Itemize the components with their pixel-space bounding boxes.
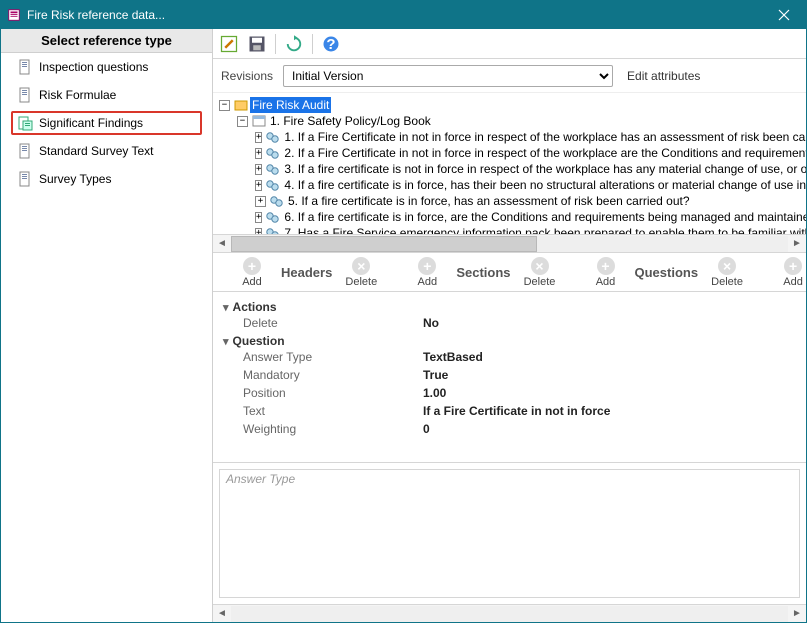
prop-row: Weighting0: [223, 420, 796, 438]
titlebar: Fire Risk reference data...: [1, 1, 806, 29]
tree-item[interactable]: +4. If a fire certificate is in force, h…: [219, 177, 800, 193]
sidebar-item-label: Standard Survey Text: [39, 144, 154, 158]
question-icon: [266, 178, 280, 192]
tree-wrap: − Fire Risk Audit − 1. Fire Safety Polic…: [213, 93, 806, 252]
doc-icon: [17, 59, 33, 75]
sections-add-button[interactable]: +Add: [402, 257, 452, 288]
revisions-label: Revisions: [221, 69, 273, 83]
tree-item[interactable]: +7. Has a Fire Service emergency informa…: [219, 225, 800, 234]
tree-item[interactable]: +2. If a Fire Certificate in not in forc…: [219, 145, 800, 161]
sidebar-item-standard-survey-text[interactable]: Standard Survey Text: [11, 139, 202, 163]
question-icon: [266, 162, 280, 176]
question-icon: [266, 210, 280, 224]
prop-row: MandatoryTrue: [223, 366, 796, 384]
tree-section[interactable]: 1. Fire Safety Policy/Log Book: [268, 113, 433, 129]
headers-delete-button[interactable]: ×Delete: [336, 257, 386, 288]
answers-add-button[interactable]: +Add: [768, 257, 806, 288]
svg-text:?: ?: [326, 36, 335, 53]
help-button[interactable]: ?: [321, 34, 341, 54]
sections-label: Sections: [452, 265, 514, 280]
doc-icon: [17, 143, 33, 159]
sections-delete-button[interactable]: ×Delete: [515, 257, 565, 288]
property-grid[interactable]: ▾Actions DeleteNo ▾Question Answer TypeT…: [213, 292, 806, 462]
expand-toggle[interactable]: −: [219, 100, 230, 111]
window: Fire Risk reference data... Select refer…: [0, 0, 807, 623]
sidebar-item-significant-findings[interactable]: Significant Findings: [11, 111, 202, 135]
question-icon: [266, 146, 280, 160]
divider: [275, 34, 276, 54]
tree-item-label: 6. If a fire certificate is in force, ar…: [282, 209, 806, 225]
edit-button[interactable]: [219, 34, 239, 54]
prop-row: DeleteNo: [223, 314, 796, 332]
question-icon: [266, 130, 280, 144]
questions-add-button[interactable]: +Add: [581, 257, 631, 288]
toolbar: ?: [213, 29, 806, 59]
footer-hscrollbar[interactable]: ◄ ►: [213, 604, 806, 622]
findings-icon: [17, 115, 33, 131]
footer-label: Answer Type: [220, 470, 799, 488]
tree-root[interactable]: Fire Risk Audit: [250, 97, 331, 113]
main-panel: ? Revisions Initial Version Edit attribu…: [213, 29, 806, 622]
sidebar-item-label: Significant Findings: [39, 116, 143, 130]
save-button[interactable]: [247, 34, 267, 54]
expand-toggle[interactable]: −: [237, 116, 248, 127]
sidebar-item-label: Inspection questions: [39, 60, 148, 74]
expand-toggle[interactable]: +: [255, 132, 262, 143]
sidebar-item-inspection-questions[interactable]: Inspection questions: [11, 55, 202, 79]
scroll-right[interactable]: ►: [788, 606, 806, 622]
tree-item[interactable]: +5. If a fire certificate is in force, h…: [219, 193, 800, 209]
prop-row: Answer TypeTextBased: [223, 348, 796, 366]
questions-label: Questions: [631, 265, 703, 280]
edit-attributes-link[interactable]: Edit attributes: [627, 69, 700, 83]
question-icon: [270, 194, 284, 208]
tree-item[interactable]: +1. If a Fire Certificate in not in forc…: [219, 129, 800, 145]
scroll-left[interactable]: ◄: [213, 236, 231, 252]
tree-item-label: 2. If a Fire Certificate in not in force…: [282, 145, 806, 161]
question-group-header[interactable]: ▾Question: [223, 334, 796, 348]
sidebar-item-label: Survey Types: [39, 172, 111, 186]
app-icon: [7, 8, 21, 22]
doc-icon: [17, 87, 33, 103]
folder-icon: [234, 98, 248, 112]
expand-toggle[interactable]: +: [255, 196, 266, 207]
footer-panel: Answer Type ◄ ►: [213, 462, 806, 622]
tree-item-label: 7. Has a Fire Service emergency informat…: [282, 225, 806, 234]
tree-item-label: 5. If a fire certificate is in force, ha…: [286, 193, 692, 209]
tree-hscrollbar[interactable]: ◄ ►: [213, 234, 806, 252]
tree-item[interactable]: +3. If a fire certificate is not in forc…: [219, 161, 800, 177]
revisions-select[interactable]: Initial Version: [283, 65, 613, 87]
divider: [312, 34, 313, 54]
prop-row: TextIf a Fire Certificate in not in forc…: [223, 402, 796, 420]
section-icon: [252, 114, 266, 128]
scroll-left[interactable]: ◄: [213, 606, 231, 622]
sidebar: Select reference type Inspection questio…: [1, 29, 213, 622]
expand-toggle[interactable]: +: [255, 180, 262, 191]
sidebar-item-survey-types[interactable]: Survey Types: [11, 167, 202, 191]
headers-label: Headers: [277, 265, 336, 280]
close-button[interactable]: [762, 1, 806, 29]
headers-add-button[interactable]: +Add: [227, 257, 277, 288]
expand-toggle[interactable]: +: [255, 148, 262, 159]
window-title: Fire Risk reference data...: [27, 8, 165, 22]
question-icon: [266, 226, 280, 234]
tree-item-label: 3. If a fire certificate is not in force…: [282, 161, 806, 177]
expand-toggle[interactable]: +: [255, 212, 262, 223]
questions-delete-button[interactable]: ×Delete: [702, 257, 752, 288]
prop-row: Position1.00: [223, 384, 796, 402]
revisions-row: Revisions Initial Version Edit attribute…: [213, 59, 806, 93]
tree-item[interactable]: +6. If a fire certificate is in force, a…: [219, 209, 800, 225]
action-strip: +Add Headers ×Delete +Add Sections ×Dele…: [213, 252, 806, 292]
expand-toggle[interactable]: +: [255, 164, 262, 175]
scroll-right[interactable]: ►: [788, 236, 806, 252]
actions-group-header[interactable]: ▾Actions: [223, 300, 796, 314]
sidebar-item-risk-formulae[interactable]: Risk Formulae: [11, 83, 202, 107]
doc-icon: [17, 171, 33, 187]
tree[interactable]: − Fire Risk Audit − 1. Fire Safety Polic…: [213, 93, 806, 234]
tree-item-label: 4. If a fire certificate is in force, ha…: [282, 177, 806, 193]
refresh-button[interactable]: [284, 34, 304, 54]
sidebar-item-label: Risk Formulae: [39, 88, 116, 102]
sidebar-header: Select reference type: [1, 29, 212, 53]
tree-item-label: 1. If a Fire Certificate in not in force…: [282, 129, 806, 145]
